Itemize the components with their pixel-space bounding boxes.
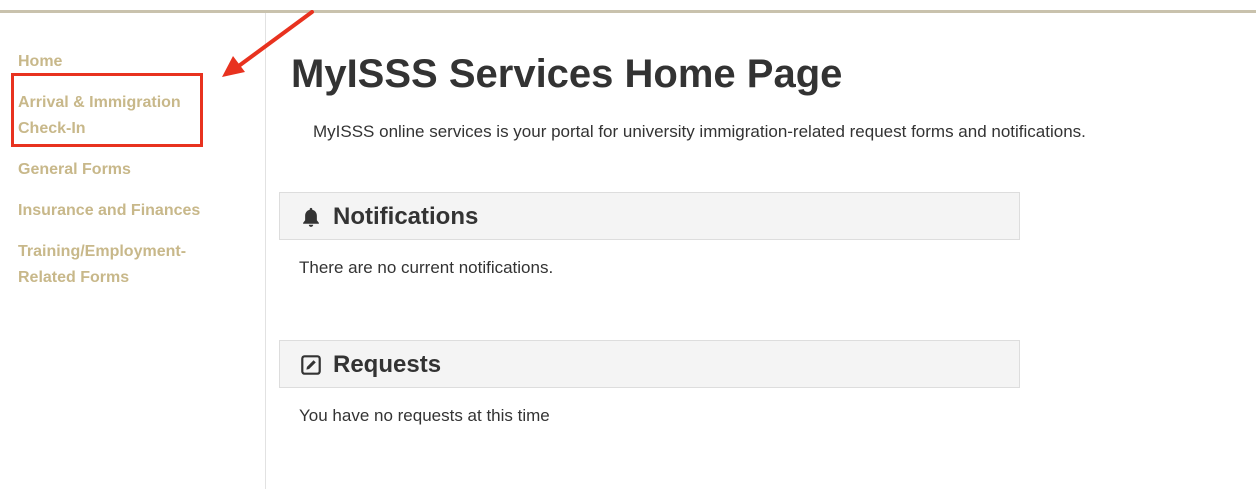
page-title: MyISSS Services Home Page [291, 52, 843, 96]
sidebar-item-training-employment-related-forms[interactable]: Training/Employment-Related Forms [18, 239, 218, 291]
notifications-panel-header: Notifications [279, 192, 1020, 240]
sidebar-item-general-forms[interactable]: General Forms [18, 157, 131, 183]
sidebar-item-insurance-and-finances[interactable]: Insurance and Finances [18, 198, 200, 224]
notifications-title: Notifications [333, 203, 479, 230]
top-rule [0, 0, 1256, 13]
requests-title: Requests [333, 351, 442, 378]
notifications-message: There are no current notifications. [299, 258, 554, 277]
page-intro: MyISSS online services is your portal fo… [313, 122, 1086, 141]
highlight-box [11, 73, 203, 147]
requests-message: You have no requests at this time [299, 406, 550, 425]
bell-icon [303, 207, 319, 227]
edit-icon [301, 355, 321, 375]
requests-panel-header: Requests [279, 340, 1020, 388]
sidebar-item-home[interactable]: Home [18, 49, 62, 75]
